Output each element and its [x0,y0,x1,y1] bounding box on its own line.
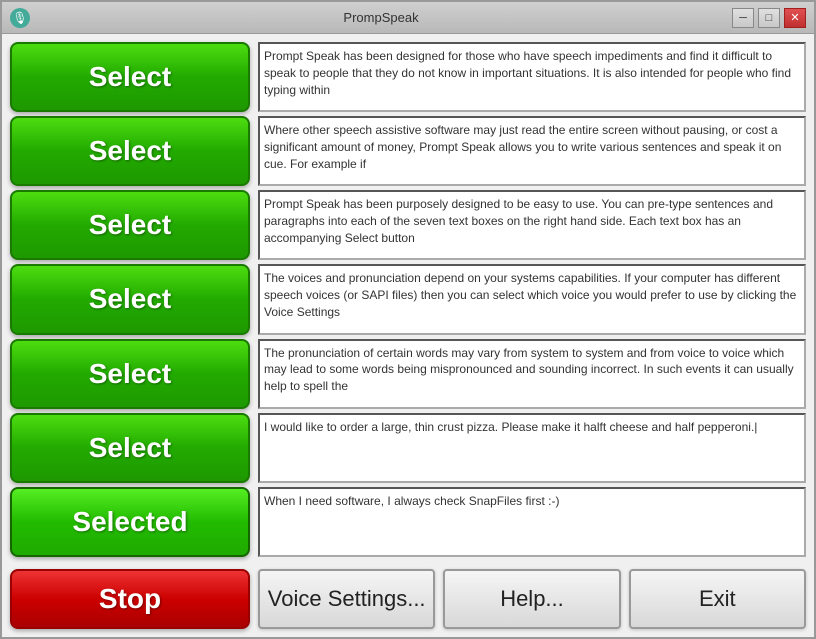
help-button[interactable]: Help... [443,569,620,629]
select-button-3[interactable]: Select [10,190,250,260]
text-area-1[interactable] [258,42,806,112]
text-area-6[interactable] [258,413,806,483]
content-area: SelectSelectSelectSelectSelectSelectSele… [2,34,814,565]
row-2: Select [10,116,806,186]
main-window: 🎙 PrompSpeak ─ □ ✕ SelectSelectSelectSel… [0,0,816,639]
row-7: Selected [10,487,806,557]
text-area-container-3 [258,190,806,260]
row-4: Select [10,264,806,334]
select-button-4[interactable]: Select [10,264,250,334]
select-button-7[interactable]: Selected [10,487,250,557]
select-button-2[interactable]: Select [10,116,250,186]
row-6: Select [10,413,806,483]
select-button-5[interactable]: Select [10,339,250,409]
row-3: Select [10,190,806,260]
text-area-5[interactable] [258,339,806,409]
text-area-3[interactable] [258,190,806,260]
text-area-container-5 [258,339,806,409]
app-icon: 🎙 [10,8,30,28]
window-title: PrompSpeak [30,10,732,25]
select-button-6[interactable]: Select [10,413,250,483]
restore-button[interactable]: □ [758,8,780,28]
text-area-2[interactable] [258,116,806,186]
text-area-container-2 [258,116,806,186]
text-area-container-7 [258,487,806,557]
minimize-button[interactable]: ─ [732,8,754,28]
title-bar: 🎙 PrompSpeak ─ □ ✕ [2,2,814,34]
voice-settings-button[interactable]: Voice Settings... [258,569,435,629]
close-button[interactable]: ✕ [784,8,806,28]
text-area-container-4 [258,264,806,334]
row-5: Select [10,339,806,409]
select-button-1[interactable]: Select [10,42,250,112]
window-controls: ─ □ ✕ [732,8,806,28]
text-area-container-1 [258,42,806,112]
stop-button[interactable]: Stop [10,569,250,629]
text-area-7[interactable] [258,487,806,557]
bottom-bar: Stop Voice Settings... Help... Exit [2,565,814,637]
text-area-container-6 [258,413,806,483]
text-area-4[interactable] [258,264,806,334]
row-1: Select [10,42,806,112]
exit-button[interactable]: Exit [629,569,806,629]
